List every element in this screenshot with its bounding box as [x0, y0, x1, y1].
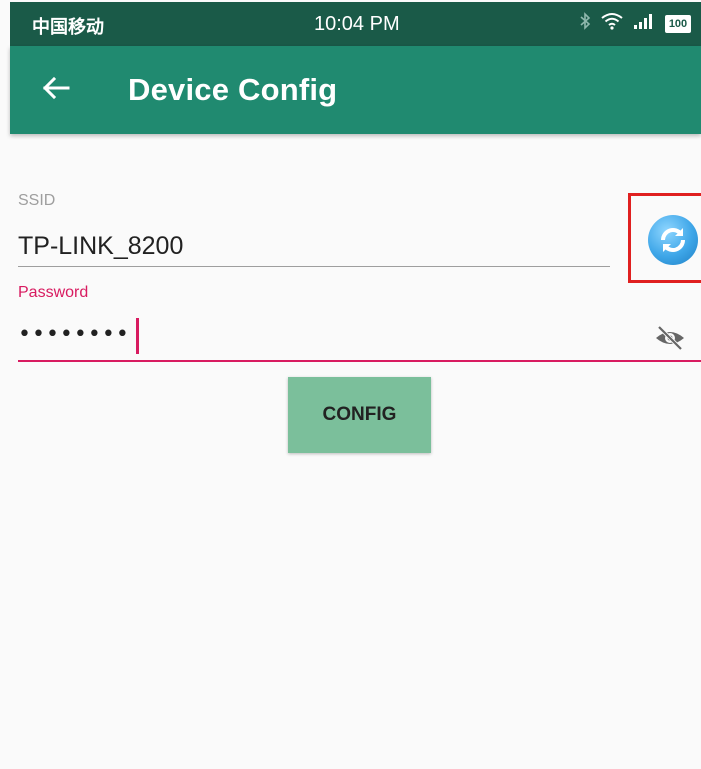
eye-off-icon — [654, 325, 686, 356]
battery-icon: 100 — [665, 14, 691, 33]
text-cursor — [136, 318, 139, 354]
back-button[interactable] — [38, 72, 74, 108]
signal-icon — [633, 13, 655, 34]
carrier-name: 中国移动 — [32, 17, 104, 38]
page-title: Device Config — [128, 72, 338, 107]
screen: 中国移动 10:04 PM 100 Device Config SSID TP-… — [0, 0, 701, 769]
bluetooth-icon — [579, 12, 591, 35]
config-button[interactable]: CONFIG — [288, 377, 431, 453]
password-label: Password — [18, 284, 89, 301]
refresh-icon — [648, 215, 698, 265]
password-masked-value: •••••••• — [18, 322, 130, 347]
status-bar: 中国移动 10:04 PM 100 — [10, 2, 701, 46]
ssid-label: SSID — [18, 192, 56, 209]
app-bar: Device Config — [10, 46, 701, 134]
refresh-ssid-button[interactable] — [628, 193, 701, 283]
status-icons: 100 — [579, 12, 691, 35]
ssid-input[interactable] — [18, 226, 610, 267]
arrow-left-icon — [42, 76, 70, 105]
toggle-password-visibility-button[interactable] — [654, 325, 686, 356]
status-time: 10:04 PM — [314, 13, 400, 35]
wifi-icon — [601, 12, 623, 35]
password-field[interactable]: •••••••• — [18, 316, 701, 362]
